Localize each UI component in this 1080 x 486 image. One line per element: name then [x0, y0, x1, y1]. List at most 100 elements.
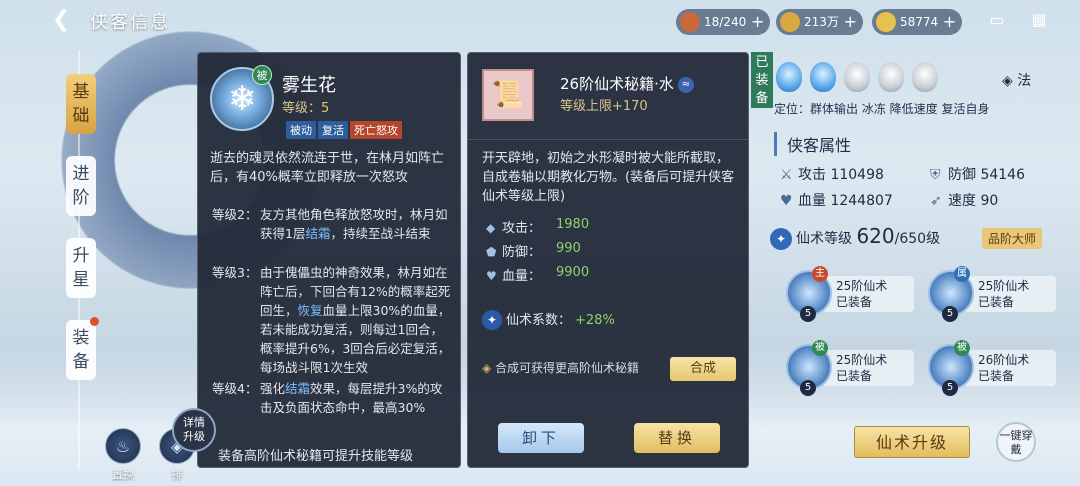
- upgrade-small-label: 升级: [183, 430, 205, 443]
- replace-button[interactable]: ♨ 置换: [98, 428, 148, 482]
- synth-hint: ◈ 合成可获得更高阶仙术秘籍: [482, 361, 640, 375]
- slot-level: 5: [942, 306, 958, 322]
- grey-flame-icon: [844, 62, 870, 92]
- skill-level-row: 等级4： 强化结霜效果，每层提升3%的攻击及负面状态命中，最高30%: [212, 381, 443, 415]
- water-icon: ≈: [677, 76, 694, 93]
- skill-footer-note: 装备高阶仙术秘籍可提升技能等级: [218, 449, 414, 464]
- book-stat-defense: ⬟ 防御： 990: [486, 241, 581, 260]
- shield-icon: ⛨: [930, 167, 941, 183]
- boot-icon: ➶: [930, 193, 942, 209]
- resource-gold: 58774 +: [872, 9, 963, 35]
- grey-flame-icon: [878, 62, 904, 92]
- xianshu-level: ✦ 仙术等级 620/650级: [770, 224, 940, 250]
- add-coins-button[interactable]: +: [844, 9, 857, 35]
- attack-icon: ◆: [486, 221, 496, 235]
- book-stat-hp: ♥ 血量： 9900: [486, 265, 590, 284]
- hero-info-panel: ◈ 法 定位：群体输出 冰冻 降低速度 复活自身 侠客属性 ⚔ 攻击 110498…: [770, 52, 1080, 486]
- book-description: 开天辟地，初始之水形凝时被大能所截取，自成卷轴以期教化万物。(装备后可提升侠客仙…: [482, 151, 735, 204]
- xianshu-slot[interactable]: 被 26阶仙术 已装备 5: [928, 340, 1066, 396]
- skill-description: 逝去的魂灵依然流连于世，在林月如阵亡后，有40%概率立即释放一次怒攻: [210, 151, 445, 185]
- chest-icon: [680, 12, 700, 32]
- ingot-icon: [876, 12, 896, 32]
- replace-book-button[interactable]: 替换: [634, 423, 720, 453]
- tab-advance-label: 进阶: [72, 164, 90, 208]
- back-arrow-icon[interactable]: ❮: [52, 8, 80, 32]
- passive-mark: 被: [812, 340, 828, 356]
- slot-text: 25阶仙术 已装备: [978, 279, 1030, 309]
- skill-tag: 死亡怒攻: [350, 121, 402, 139]
- book-level-cap: 等级上限+170: [560, 99, 648, 114]
- tab-basic[interactable]: 基础: [66, 74, 96, 134]
- attr-mark: 属: [954, 266, 970, 282]
- tab-equipment-label: 装备: [72, 328, 90, 372]
- attr-title: 侠客属性: [774, 132, 851, 156]
- skill-tag: 复活: [318, 121, 348, 139]
- soul-orbs: [776, 62, 938, 92]
- gold-value: 58774: [900, 15, 939, 29]
- skill-tags: 被动 复活 死亡怒攻: [286, 121, 402, 139]
- book-name: 26阶仙术秘籍·水 ≈: [560, 73, 694, 94]
- attr-speed: ➶ 速度 90: [930, 193, 999, 209]
- attr-hp: ♥ 血量 1244807: [780, 193, 893, 209]
- replace-label: 置换: [112, 468, 134, 481]
- xianshu-upgrade-button[interactable]: 仙术升级: [854, 426, 970, 458]
- tab-star-label: 升星: [72, 246, 90, 290]
- chat-icon[interactable]: ▭: [984, 10, 1010, 32]
- skill-level-row: 等级3： 由于傀儡虫的神奇效果，林月如在阵亡后，下回合有12%的概率起死回生，恢…: [212, 265, 451, 375]
- tab-advance[interactable]: 进阶: [66, 156, 96, 216]
- tab-basic-label: 基础: [72, 82, 90, 126]
- page-title: 侠客信息: [90, 12, 170, 33]
- coins-value: 213万: [804, 15, 839, 29]
- slot-text: 25阶仙术 已装备: [836, 353, 888, 383]
- resource-bag: 18/240 +: [676, 9, 771, 35]
- class-label: ◈ 法: [1002, 73, 1032, 89]
- xianshu-icon: ✦: [770, 228, 792, 250]
- heart-icon: ♥: [780, 193, 793, 209]
- detail-label: 详情: [183, 416, 205, 429]
- synth-button[interactable]: 合成: [670, 357, 736, 381]
- book-coefficient: ✦ 仙术系数： +28%: [482, 309, 615, 330]
- add-bag-button[interactable]: +: [751, 9, 764, 35]
- passive-mark: 被: [954, 340, 970, 356]
- skill-level: 等级：5: [282, 101, 330, 116]
- xianshu-slot[interactable]: 属 25阶仙术 已装备 5: [928, 266, 1066, 322]
- passive-mark: 被: [252, 65, 272, 85]
- slot-text: 26阶仙术 已装备: [978, 353, 1030, 383]
- attr-defense: ⛨ 防御 54146: [930, 167, 1025, 183]
- grey-flame-icon: [912, 62, 938, 92]
- one-key-equip-button[interactable]: 一键穿戴: [996, 422, 1036, 462]
- top-bar: ❮ 侠客信息 18/240 + 213万 + 58774 + ▭ ▦: [0, 0, 1080, 42]
- blue-flame-icon: [776, 62, 802, 92]
- diamond-icon: ◈: [1002, 73, 1018, 89]
- skill-detail-panel: ❄ 被 雾生花 等级：5 被动 复活 死亡怒攻 逝去的魂灵依然流连于世，在林月如…: [197, 52, 461, 468]
- coin-icon: [780, 12, 800, 32]
- slot-level: 5: [800, 306, 816, 322]
- unequip-button[interactable]: 卸下: [498, 423, 584, 453]
- xianshu-slot[interactable]: 被 25阶仙术 已装备 5: [786, 340, 924, 396]
- flame-icon: ✦: [482, 310, 502, 330]
- hp-icon: ♥: [486, 269, 497, 283]
- add-gold-button[interactable]: +: [943, 9, 956, 35]
- arrange-label: 排: [171, 468, 183, 481]
- menu-grid-icon[interactable]: ▦: [1026, 10, 1052, 32]
- skill-level-row: 等级2： 友方其他角色释放怒攻时，林月如获得1层结霜，持续至战斗结束: [212, 207, 448, 241]
- detail-upgrade-button[interactable]: 详情 升级: [172, 408, 216, 452]
- diamond-icon: ◈: [482, 361, 496, 375]
- hero-position: 定位：群体输出 冰冻 降低速度 复活自身: [774, 102, 990, 116]
- bag-value: 18/240: [704, 15, 747, 29]
- grade-badge: 品阶大师: [982, 228, 1043, 249]
- scroll-book-icon: 📜: [482, 69, 534, 121]
- notification-dot: [90, 317, 99, 326]
- tab-star[interactable]: 升星: [66, 238, 96, 298]
- tab-equipment[interactable]: 装备: [66, 317, 99, 380]
- resource-coins: 213万 +: [776, 9, 863, 35]
- main-mark: 主: [812, 266, 828, 282]
- xianshu-slot[interactable]: 主 25阶仙术 已装备 5: [786, 266, 924, 322]
- book-stat-attack: ◆ 攻击： 1980: [486, 217, 590, 236]
- slot-text: 25阶仙术 已装备: [836, 279, 888, 309]
- attr-attack: ⚔ 攻击 110498: [780, 167, 884, 183]
- skill-tag: 被动: [286, 121, 316, 139]
- slot-level: 5: [800, 380, 816, 396]
- book-detail-panel: 📜 26阶仙术秘籍·水 ≈ 等级上限+170 开天辟地，初始之水形凝时被大能所截取…: [467, 52, 749, 468]
- flame-icon: ♨: [105, 428, 141, 464]
